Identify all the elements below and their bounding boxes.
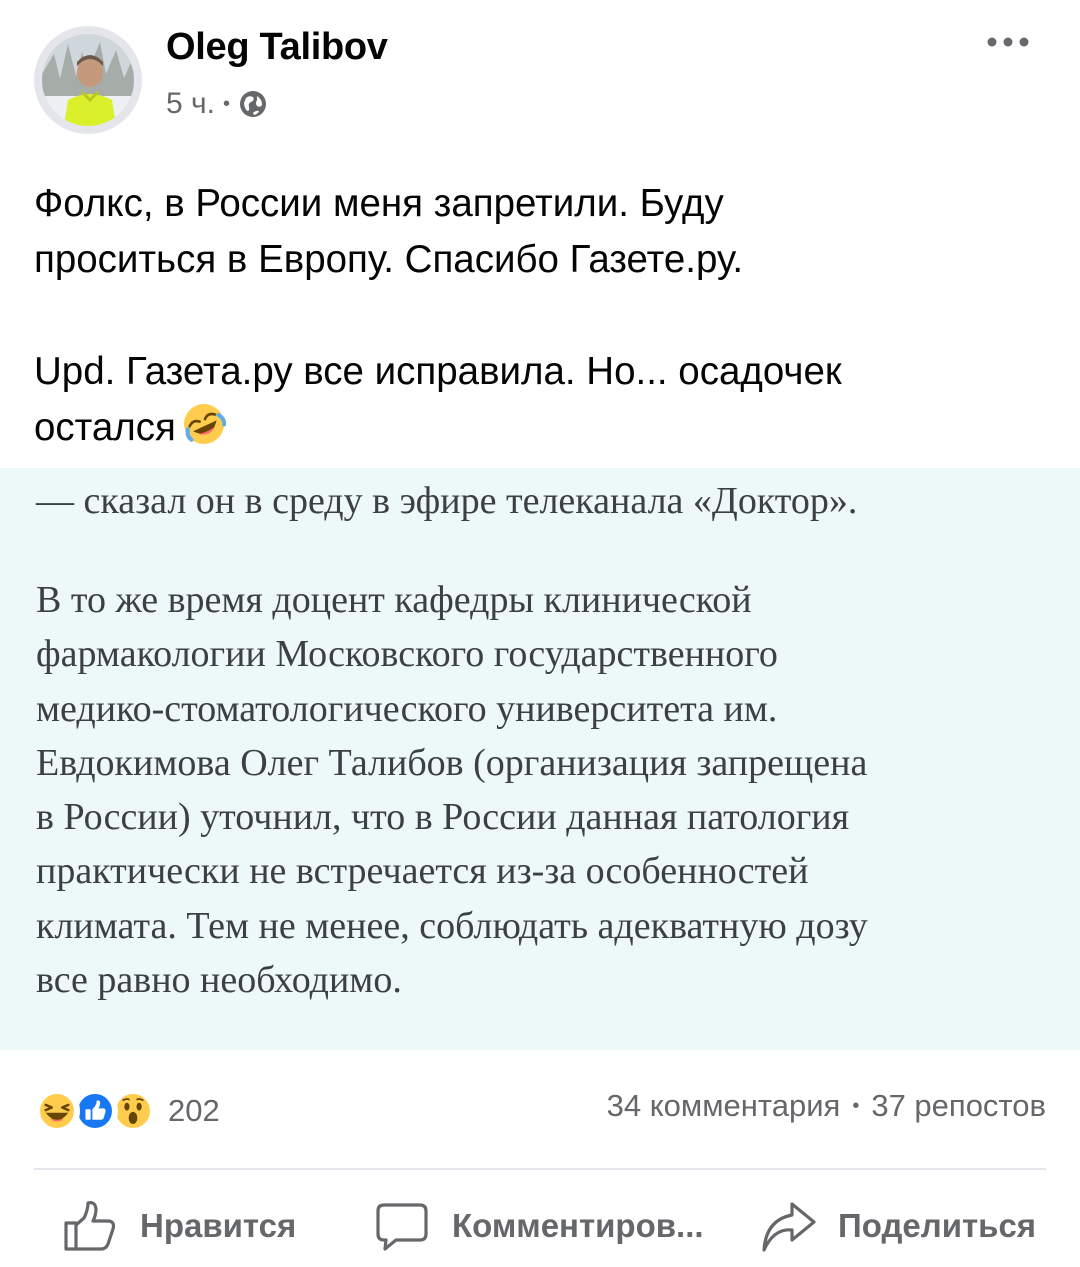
post-text-last-line: остался	[34, 400, 1044, 456]
article-line: все равно необходимо.	[36, 959, 402, 1002]
like-label: Нравится	[140, 1207, 297, 1244]
share-button[interactable]: Поделиться	[760, 1198, 1036, 1254]
post-meta: 5 ч. •	[166, 84, 268, 124]
article-lead: — сказал он в среду в эфире телеканала «…	[36, 480, 858, 522]
article-paragraph: В то же время доцент кафедры клинической…	[36, 573, 1056, 1007]
post-header: Oleg Talibov 5 ч. •	[0, 0, 1080, 150]
rolling-laughing-emoji	[183, 404, 226, 444]
article-line: практически не встречается из-за особенн…	[36, 850, 809, 893]
share-label: Поделиться	[838, 1207, 1037, 1244]
reactions-summary[interactable]: 202	[34, 1086, 220, 1136]
post-text-line: Upd. Газета.ру все исправила. Но... осад…	[34, 350, 842, 393]
reactions-count: 202	[168, 1093, 220, 1128]
post-text-line: Фолкс, в России меня запретили. Буду	[34, 182, 724, 225]
comments-count[interactable]: 34 комментария	[607, 1088, 841, 1124]
meta-separator: •	[222, 92, 230, 115]
comment-button[interactable]: Комментиров...	[374, 1198, 704, 1254]
article-line: медико-стоматологического университета и…	[36, 687, 778, 730]
article-line: фармакологии Московского государственног…	[36, 633, 778, 676]
like-button[interactable]: Нравится	[62, 1198, 296, 1254]
article-line: в России) уточнил, что в России данная п…	[36, 796, 850, 839]
action-bar: Нравится Комментиров... Поделиться	[0, 1190, 1080, 1264]
post-time[interactable]: 5 ч.	[166, 87, 215, 121]
comment-bubble-icon	[376, 1203, 428, 1251]
article-line: климата. Тем не менее, соблюдать адекват…	[36, 904, 868, 947]
article-line: В то же время доцент кафедры клинической	[36, 579, 752, 621]
article-image[interactable]: — сказал он в среду в эфире телеканала «…	[0, 468, 1080, 1050]
post-text: Фолкс, в России меня запретили. Буду про…	[34, 176, 1044, 456]
stats-separator: •	[852, 1094, 860, 1117]
divider	[34, 1168, 1046, 1170]
engagement-stats: 34 комментария • 37 репостов	[607, 1088, 1046, 1124]
globe-icon	[240, 91, 266, 117]
post-text-line: проситься в Европу. Спасибо Газете.ру.	[34, 238, 744, 281]
author-name[interactable]: Oleg Talibov	[166, 26, 388, 69]
article-line: Евдокимова Олег Талибов (организация зап…	[36, 741, 868, 784]
more-dots-icon[interactable]	[984, 30, 1032, 54]
reaction-icons	[34, 1088, 156, 1134]
avatar-photo	[42, 34, 134, 126]
avatar[interactable]	[34, 26, 142, 134]
haha-reaction-icon	[34, 1088, 80, 1134]
comment-label: Комментиров...	[452, 1207, 704, 1244]
share-arrow-icon	[762, 1202, 816, 1252]
shares-count[interactable]: 37 репостов	[871, 1088, 1046, 1124]
post-text-line: остался	[34, 406, 176, 449]
thumbs-up-icon	[64, 1201, 116, 1251]
